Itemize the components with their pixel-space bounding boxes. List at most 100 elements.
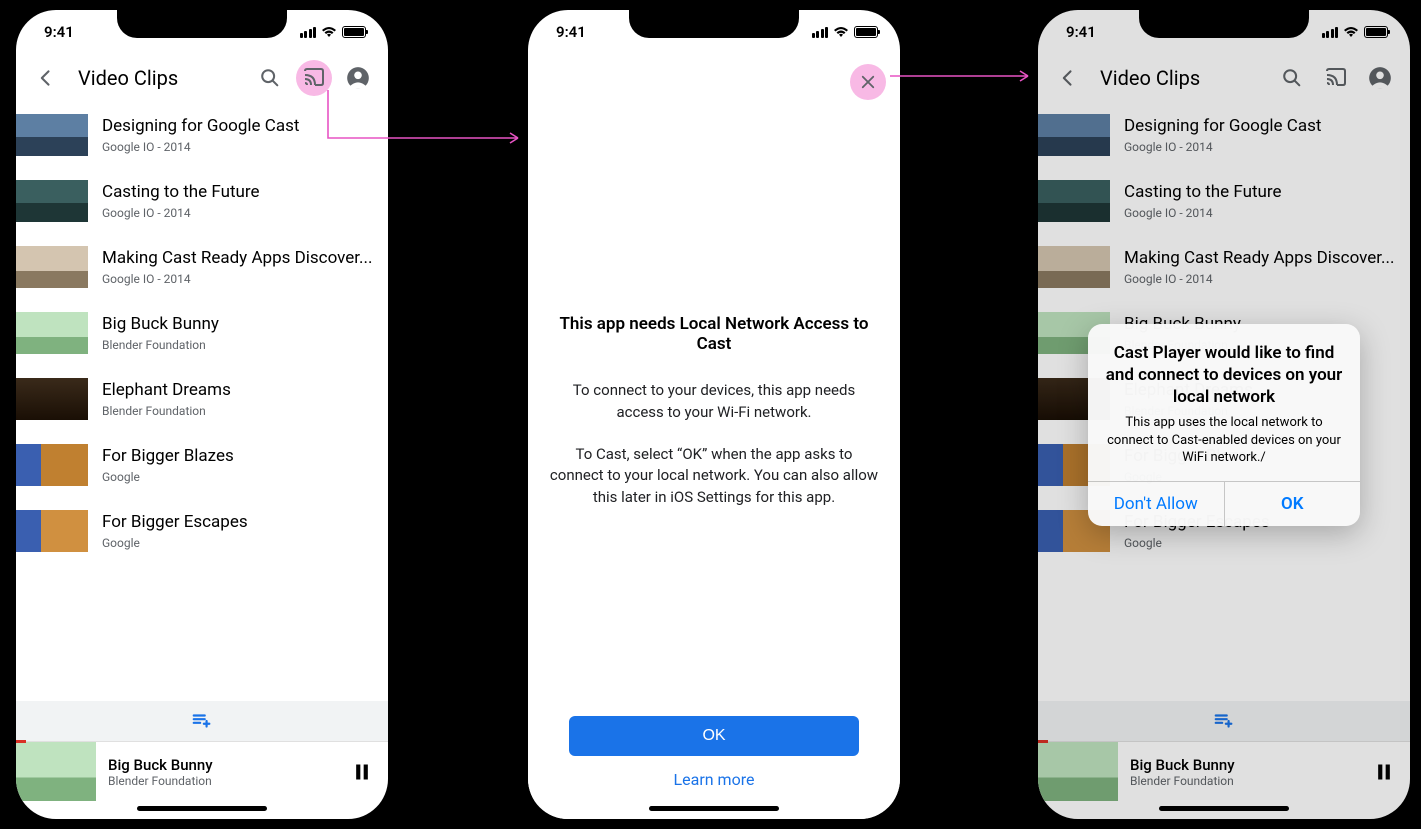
back-button[interactable]: [28, 60, 64, 96]
close-icon: [859, 73, 877, 91]
toolbar: Video Clips: [1038, 54, 1410, 102]
video-thumbnail: [16, 114, 88, 156]
queue-bar[interactable]: [16, 701, 388, 741]
now-playing-subtitle: Blender Foundation: [108, 774, 340, 788]
cast-icon: [302, 66, 326, 90]
account-button[interactable]: [1362, 60, 1398, 96]
video-title: Designing for Google Cast: [102, 116, 388, 136]
video-title: For Bigger Escapes: [102, 512, 388, 532]
ok-button[interactable]: OK: [569, 716, 859, 756]
search-button[interactable]: [252, 60, 288, 96]
status-time: 9:41: [1066, 23, 1096, 41]
progress-indicator: [1038, 740, 1048, 743]
video-item[interactable]: Casting to the FutureGoogle IO - 2014: [1038, 168, 1410, 234]
video-title: Big Buck Bunny: [102, 314, 388, 334]
video-subtitle: Google IO - 2014: [102, 206, 388, 220]
video-thumbnail: [16, 312, 88, 354]
video-subtitle: Google IO - 2014: [102, 272, 388, 286]
video-title: Casting to the Future: [102, 182, 388, 202]
queue-bar[interactable]: [1038, 701, 1410, 741]
pause-icon: [1374, 762, 1394, 782]
now-playing-title: Big Buck Bunny: [1130, 756, 1362, 774]
home-indicator: [137, 806, 267, 811]
battery-icon: [854, 26, 878, 38]
battery-icon: [1364, 26, 1388, 38]
video-thumbnail: [16, 510, 88, 552]
back-button[interactable]: [1050, 60, 1086, 96]
search-button[interactable]: [1274, 60, 1310, 96]
learn-more-link[interactable]: Learn more: [674, 770, 755, 789]
interstitial-body-2: To Cast, select “OK” when the app asks t…: [548, 444, 880, 509]
wifi-icon: [833, 26, 849, 38]
cast-button[interactable]: [1318, 60, 1354, 96]
close-button[interactable]: [850, 64, 886, 100]
home-indicator: [649, 806, 779, 811]
video-title: For Bigger Blazes: [102, 446, 388, 466]
status-time: 9:41: [556, 23, 586, 41]
interstitial-heading: This app needs Local Network Access to C…: [548, 314, 880, 354]
chevron-left-icon: [1058, 68, 1078, 88]
video-item[interactable]: Designing for Google Cast Google IO - 201…: [16, 102, 388, 168]
video-item[interactable]: Designing for Google CastGoogle IO - 201…: [1038, 102, 1410, 168]
notch: [1139, 10, 1309, 38]
progress-indicator: [16, 740, 26, 743]
search-icon: [1281, 67, 1303, 89]
status-time: 9:41: [44, 23, 74, 41]
cast-icon: [1324, 66, 1348, 90]
video-subtitle: Google IO - 2014: [102, 140, 388, 154]
video-thumbnail: [16, 246, 88, 288]
home-indicator: [1159, 806, 1289, 811]
video-subtitle: Google IO - 2014: [1124, 272, 1410, 286]
dialog-message: This app uses the local network to conne…: [1104, 414, 1344, 467]
allow-button[interactable]: OK: [1225, 482, 1361, 526]
pause-button[interactable]: [1374, 762, 1394, 782]
video-item[interactable]: Big Buck Bunny Blender Foundation: [16, 300, 388, 366]
now-playing-bar[interactable]: Big Buck Bunny Blender Foundation: [1038, 741, 1410, 801]
wifi-icon: [1343, 26, 1359, 38]
cellular-signal-icon: [1322, 27, 1339, 38]
now-playing-title: Big Buck Bunny: [108, 756, 340, 774]
video-item[interactable]: Elephant Dreams Blender Foundation: [16, 366, 388, 432]
dont-allow-button[interactable]: Don't Allow: [1088, 482, 1225, 526]
account-circle-icon: [345, 65, 371, 91]
video-thumbnail: [16, 180, 88, 222]
search-icon: [259, 67, 281, 89]
video-thumbnail: [16, 444, 88, 486]
now-playing-subtitle: Blender Foundation: [1130, 774, 1362, 788]
video-list: Designing for Google Cast Google IO - 201…: [16, 102, 388, 564]
video-subtitle: Google: [102, 470, 388, 484]
playlist-add-icon: [1213, 710, 1235, 732]
local-network-interstitial: This app needs Local Network Access to C…: [528, 54, 900, 819]
video-subtitle: Blender Foundation: [102, 404, 388, 418]
video-thumbnail: [1038, 246, 1110, 288]
notch: [117, 10, 287, 38]
video-thumbnail: [1038, 180, 1110, 222]
interstitial-body-1: To connect to your devices, this app nee…: [548, 380, 880, 424]
playlist-add-icon: [191, 710, 213, 732]
flow-arrow-icon: [888, 66, 1038, 86]
video-item[interactable]: For Bigger Blazes Google: [16, 432, 388, 498]
account-button[interactable]: [340, 60, 376, 96]
video-title: Making Cast Ready Apps Discover...: [1124, 248, 1410, 268]
video-title: Casting to the Future: [1124, 182, 1410, 202]
video-subtitle: Google IO - 2014: [1124, 140, 1410, 154]
video-subtitle: Blender Foundation: [102, 338, 388, 352]
video-thumbnail: [1038, 114, 1110, 156]
video-item[interactable]: Making Cast Ready Apps Discover... Google…: [1038, 234, 1410, 300]
video-item[interactable]: Making Cast Ready Apps Discover... Google…: [16, 234, 388, 300]
now-playing-bar[interactable]: Big Buck Bunny Blender Foundation: [16, 741, 388, 801]
video-subtitle: Google: [1124, 536, 1410, 550]
pause-icon: [352, 762, 372, 782]
video-thumbnail: [16, 378, 88, 420]
cellular-signal-icon: [812, 27, 829, 38]
video-title: Making Cast Ready Apps Discover...: [102, 248, 388, 268]
video-item[interactable]: Casting to the Future Google IO - 2014: [16, 168, 388, 234]
dialog-title: Cast Player would like to find and conne…: [1104, 342, 1344, 408]
video-item[interactable]: For Bigger EscapesGoogle: [16, 498, 388, 564]
chevron-left-icon: [36, 68, 56, 88]
cast-button[interactable]: [296, 60, 332, 96]
account-circle-icon: [1367, 65, 1393, 91]
pause-button[interactable]: [352, 762, 372, 782]
page-title: Video Clips: [78, 66, 244, 90]
video-title: Elephant Dreams: [102, 380, 388, 400]
